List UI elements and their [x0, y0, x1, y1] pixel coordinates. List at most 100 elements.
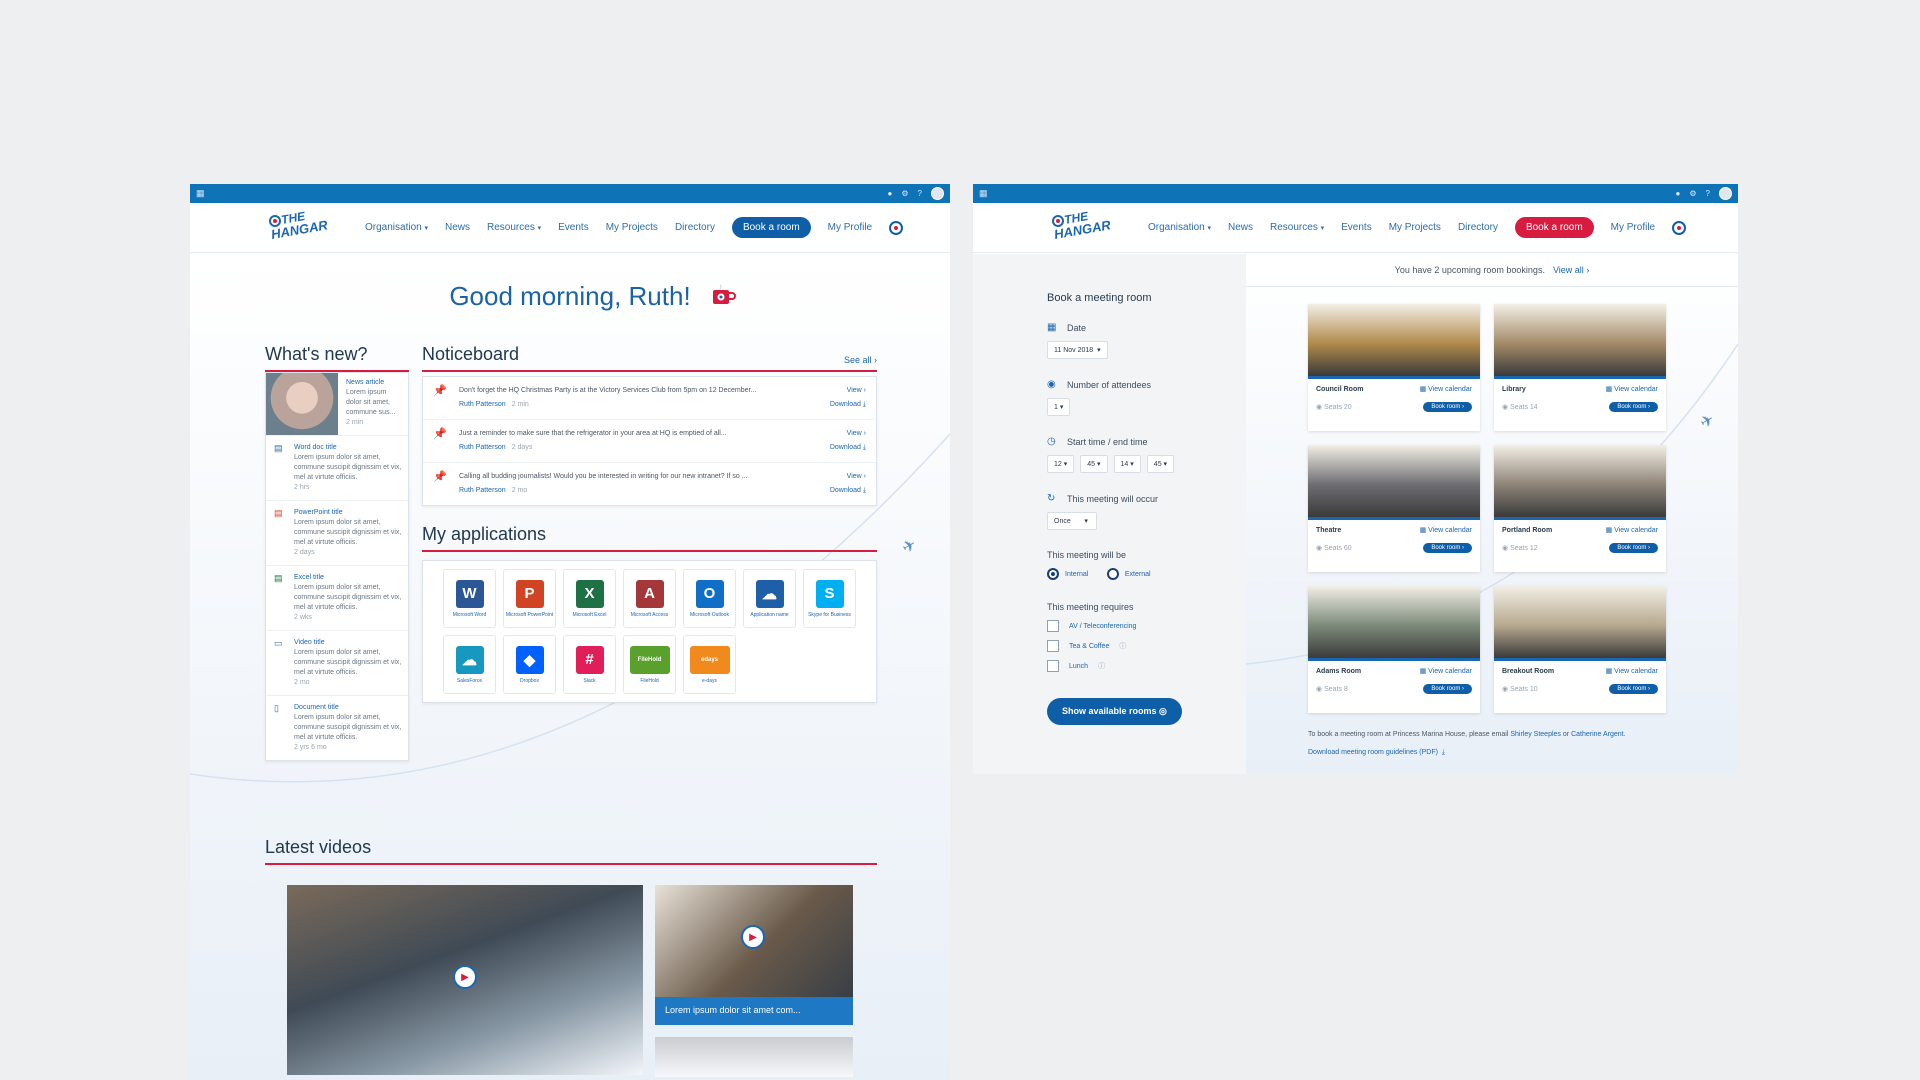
app-tile[interactable]: X Microsoft Excel	[563, 569, 616, 628]
book-room-button[interactable]: Book room ›	[1609, 402, 1658, 412]
search-roundel-icon[interactable]	[1672, 220, 1687, 235]
video-thumbnail[interactable]	[655, 1037, 853, 1077]
start-minute-select[interactable]: 45 ▾	[1080, 455, 1108, 473]
guidelines-download-link[interactable]: Download meeting room guidelines (PDF) ⤓	[1308, 744, 1626, 762]
occurrence-select[interactable]: Once ▾	[1047, 512, 1097, 530]
settings-icon[interactable]: ⚙	[1689, 189, 1696, 198]
avatar[interactable]	[931, 187, 944, 200]
date-select[interactable]: 11 Nov 2018 ▾	[1047, 341, 1108, 359]
app-tile[interactable]: edays e-days	[683, 635, 736, 694]
item-title[interactable]: Word doc title	[294, 443, 402, 453]
notifications-icon[interactable]: ●	[1676, 189, 1681, 198]
nav-resources[interactable]: Resources ▾	[1270, 222, 1324, 233]
view-calendar-link[interactable]: ▦ View calendar	[1606, 526, 1658, 534]
start-hour-select[interactable]: 12 ▾	[1047, 455, 1075, 473]
notice-item[interactable]: 📌 Don't forget the HQ Christmas Party is…	[423, 377, 876, 420]
view-calendar-link[interactable]: ▦ View calendar	[1606, 667, 1658, 675]
email-link-catherine[interactable]: Catherine Argent.	[1571, 731, 1625, 738]
item-title[interactable]: Document title	[294, 703, 402, 713]
book-a-room-button[interactable]: Book a room	[1514, 217, 1594, 238]
tea-coffee-checkbox[interactable]: Tea & Coffee ⓘ	[1047, 640, 1226, 652]
view-link[interactable]: View ›	[806, 384, 866, 398]
app-tile[interactable]: ☁ SalesForce	[443, 635, 496, 694]
show-available-rooms-button[interactable]: Show available rooms ◎	[1047, 698, 1182, 725]
app-tile[interactable]: W Microsoft Word	[443, 569, 496, 628]
nav-directory[interactable]: Directory	[675, 222, 715, 233]
video-thumbnail[interactable]: ▶ Lorem ipsum dolor sit amet com...	[655, 885, 853, 1025]
item-title[interactable]: Video title	[294, 638, 402, 648]
book-room-button[interactable]: Book room ›	[1423, 543, 1472, 553]
view-calendar-link[interactable]: ▦ View calendar	[1420, 526, 1472, 534]
search-roundel-icon[interactable]	[889, 220, 904, 235]
item-title[interactable]: PowerPoint title	[294, 508, 402, 518]
app-tile[interactable]: O Microsoft Outlook	[683, 569, 736, 628]
nav-directory[interactable]: Directory	[1458, 222, 1498, 233]
notice-item[interactable]: 📌 Just a reminder to make sure that the …	[423, 420, 876, 463]
end-hour-select[interactable]: 14 ▾	[1113, 455, 1141, 473]
nav-events[interactable]: Events	[1341, 222, 1372, 233]
play-icon[interactable]: ▶	[741, 925, 765, 949]
download-link[interactable]: Download ⤓	[806, 484, 866, 498]
avatar[interactable]	[1719, 187, 1732, 200]
email-link-shirley[interactable]: Shirley Steeples	[1510, 731, 1561, 738]
list-item[interactable]: News article Lorem ipsum dolor sit amet,…	[266, 373, 408, 436]
list-item[interactable]: ▤ Excel title Lorem ipsum dolor sit amet…	[266, 566, 408, 631]
list-item[interactable]: ▤ PowerPoint title Lorem ipsum dolor sit…	[266, 501, 408, 566]
book-room-button[interactable]: Book room ›	[1609, 543, 1658, 553]
nav-news[interactable]: News	[445, 222, 470, 233]
book-room-button[interactable]: Book room ›	[1423, 684, 1472, 694]
nav-news[interactable]: News	[1228, 222, 1253, 233]
app-tile[interactable]: ◆ Dropbox	[503, 635, 556, 694]
settings-icon[interactable]: ⚙	[901, 189, 908, 198]
video-thumbnail[interactable]: ▶	[287, 885, 643, 1075]
end-minute-select[interactable]: 45 ▾	[1146, 455, 1175, 473]
notice-author[interactable]: Ruth Patterson	[459, 401, 506, 408]
info-icon[interactable]: ⓘ	[1119, 641, 1126, 651]
av-checkbox[interactable]: AV / Teleconferencing	[1047, 620, 1226, 632]
view-calendar-link[interactable]: ▦ View calendar	[1606, 385, 1658, 393]
notifications-icon[interactable]: ●	[888, 189, 893, 198]
book-room-button[interactable]: Book room ›	[1423, 402, 1472, 412]
app-tile[interactable]: A Microsoft Access	[623, 569, 676, 628]
notice-item[interactable]: 📌 Calling all budding journalists! Would…	[423, 463, 876, 505]
help-icon[interactable]: ?	[1706, 189, 1710, 198]
list-item[interactable]: ▤ Word doc title Lorem ipsum dolor sit a…	[266, 436, 408, 501]
app-tile[interactable]: P Microsoft PowerPoint	[503, 569, 556, 628]
app-grid-icon[interactable]: ▦	[979, 188, 988, 199]
book-room-button[interactable]: Book room ›	[1609, 684, 1658, 694]
nav-my-projects[interactable]: My Projects	[1389, 222, 1441, 233]
nav-resources[interactable]: Resources ▾	[487, 222, 541, 233]
list-item[interactable]: ▯ Document title Lorem ipsum dolor sit a…	[266, 696, 408, 760]
nav-my-profile[interactable]: My Profile	[1611, 222, 1655, 233]
app-tile[interactable]: ☁ Application name	[743, 569, 796, 628]
info-icon[interactable]: ⓘ	[1098, 661, 1105, 671]
play-icon[interactable]: ▶	[453, 965, 477, 989]
nav-my-projects[interactable]: My Projects	[606, 222, 658, 233]
hangar-logo[interactable]: THE HANGAR	[268, 211, 343, 243]
item-title[interactable]: News article	[346, 378, 402, 388]
see-all-link[interactable]: See all ›	[844, 355, 877, 365]
view-calendar-link[interactable]: ▦ View calendar	[1420, 667, 1472, 675]
item-title[interactable]: Excel title	[294, 573, 402, 583]
app-tile[interactable]: FileHold FileHold	[623, 635, 676, 694]
view-link[interactable]: View ›	[806, 470, 866, 484]
external-radio[interactable]: External	[1106, 568, 1151, 580]
app-grid-icon[interactable]: ▦	[196, 188, 205, 199]
nav-organisation[interactable]: Organisation ▾	[365, 222, 428, 233]
app-tile[interactable]: # Slack	[563, 635, 616, 694]
view-link[interactable]: View ›	[806, 427, 866, 441]
hangar-logo[interactable]: THE HANGAR	[1051, 211, 1126, 243]
download-link[interactable]: Download ⤓	[806, 398, 866, 412]
notice-author[interactable]: Ruth Patterson	[459, 487, 506, 494]
video-caption[interactable]: Lorem ipsum dolor sit amet com...	[655, 997, 853, 1025]
view-all-link[interactable]: View all ›	[1553, 265, 1589, 275]
attendees-select[interactable]: 1 ▾	[1047, 398, 1071, 416]
help-icon[interactable]: ?	[918, 189, 922, 198]
nav-events[interactable]: Events	[558, 222, 589, 233]
nav-organisation[interactable]: Organisation ▾	[1148, 222, 1211, 233]
nav-my-profile[interactable]: My Profile	[828, 222, 872, 233]
download-link[interactable]: Download ⤓	[806, 441, 866, 455]
list-item[interactable]: ▭ Video title Lorem ipsum dolor sit amet…	[266, 631, 408, 696]
app-tile[interactable]: S Skype for Business	[803, 569, 856, 628]
book-a-room-button[interactable]: Book a room	[731, 217, 811, 238]
